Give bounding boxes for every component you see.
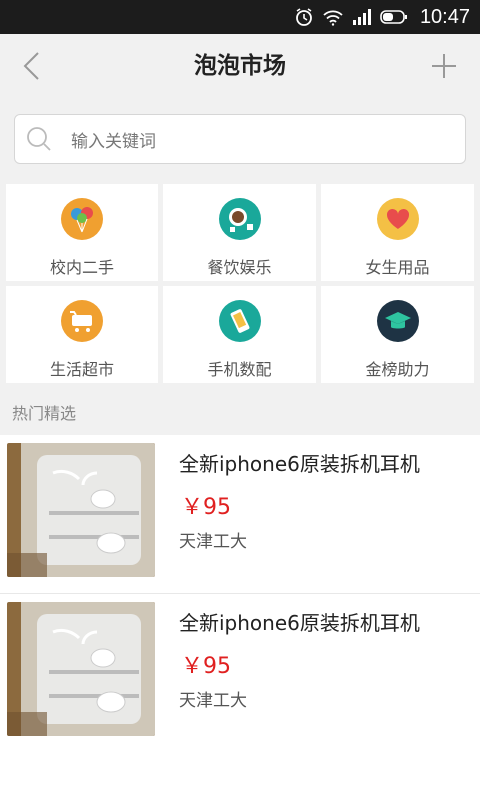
- back-button[interactable]: [16, 48, 52, 84]
- search-section: 输入关键词: [0, 98, 480, 180]
- status-icons: 10:47: [294, 0, 470, 34]
- product-location: 天津工大: [179, 532, 247, 552]
- shopping-cart-icon: [61, 300, 103, 342]
- category-campus-secondhand[interactable]: 校内二手: [6, 184, 158, 281]
- phone-icon: [218, 300, 261, 342]
- section-title: 热门精选: [12, 404, 77, 423]
- category-label: 餐饮娱乐: [207, 258, 272, 277]
- status-time: 10:47: [419, 5, 470, 28]
- graduation-cap-icon: [376, 300, 419, 342]
- heart-icon: [376, 198, 419, 240]
- page-title: 泡泡市场: [194, 53, 286, 79]
- category-label: 校内二手: [49, 258, 114, 277]
- search-icon: [23, 123, 55, 155]
- product-image: [7, 443, 155, 577]
- list-item[interactable]: 全新iphone6原装拆机耳机 ￥95 天津工大: [0, 593, 480, 751]
- product-location: 天津工大: [179, 691, 247, 711]
- battery-icon: [380, 9, 408, 25]
- category-supermarket[interactable]: 生活超市: [6, 286, 158, 383]
- chevron-left-icon: [23, 52, 39, 80]
- wifi-icon: [322, 8, 344, 26]
- product-title: 全新iphone6原装拆机耳机: [179, 452, 420, 476]
- plus-icon: [432, 54, 456, 78]
- search-input[interactable]: 输入关键词: [14, 114, 466, 164]
- category-label: 生活超市: [49, 360, 114, 379]
- category-women[interactable]: 女生用品: [321, 184, 474, 281]
- product-price: ￥95: [181, 654, 231, 679]
- list-item[interactable]: 全新iphone6原装拆机耳机 ￥95 天津工大: [0, 435, 480, 593]
- signal-icon: [352, 9, 372, 25]
- balloons-icon: [61, 198, 103, 240]
- product-title: 全新iphone6原装拆机耳机: [179, 611, 420, 635]
- product-image: [7, 602, 155, 736]
- category-label: 手机数配: [207, 360, 272, 379]
- category-label: 金榜助力: [365, 360, 430, 379]
- status-bar: 10:47: [0, 0, 480, 34]
- product-list: 全新iphone6原装拆机耳机 ￥95 天津工大 全新iphone6原装拆机耳机…: [0, 435, 480, 800]
- category-dining[interactable]: 餐饮娱乐: [163, 184, 316, 281]
- add-button[interactable]: [428, 50, 460, 82]
- nav-bar: 泡泡市场: [0, 34, 480, 98]
- category-grid: 校内二手 餐饮娱乐 女生用品 生活超市 手机数配 金榜助力: [6, 184, 474, 383]
- alarm-clock-icon: [294, 7, 314, 27]
- coffee-cup-icon: [218, 198, 261, 240]
- category-phone-accessories[interactable]: 手机数配: [163, 286, 316, 383]
- product-price: ￥95: [181, 495, 231, 520]
- category-exam-help[interactable]: 金榜助力: [321, 286, 474, 383]
- category-label: 女生用品: [365, 258, 430, 277]
- search-placeholder: 输入关键词: [71, 131, 156, 152]
